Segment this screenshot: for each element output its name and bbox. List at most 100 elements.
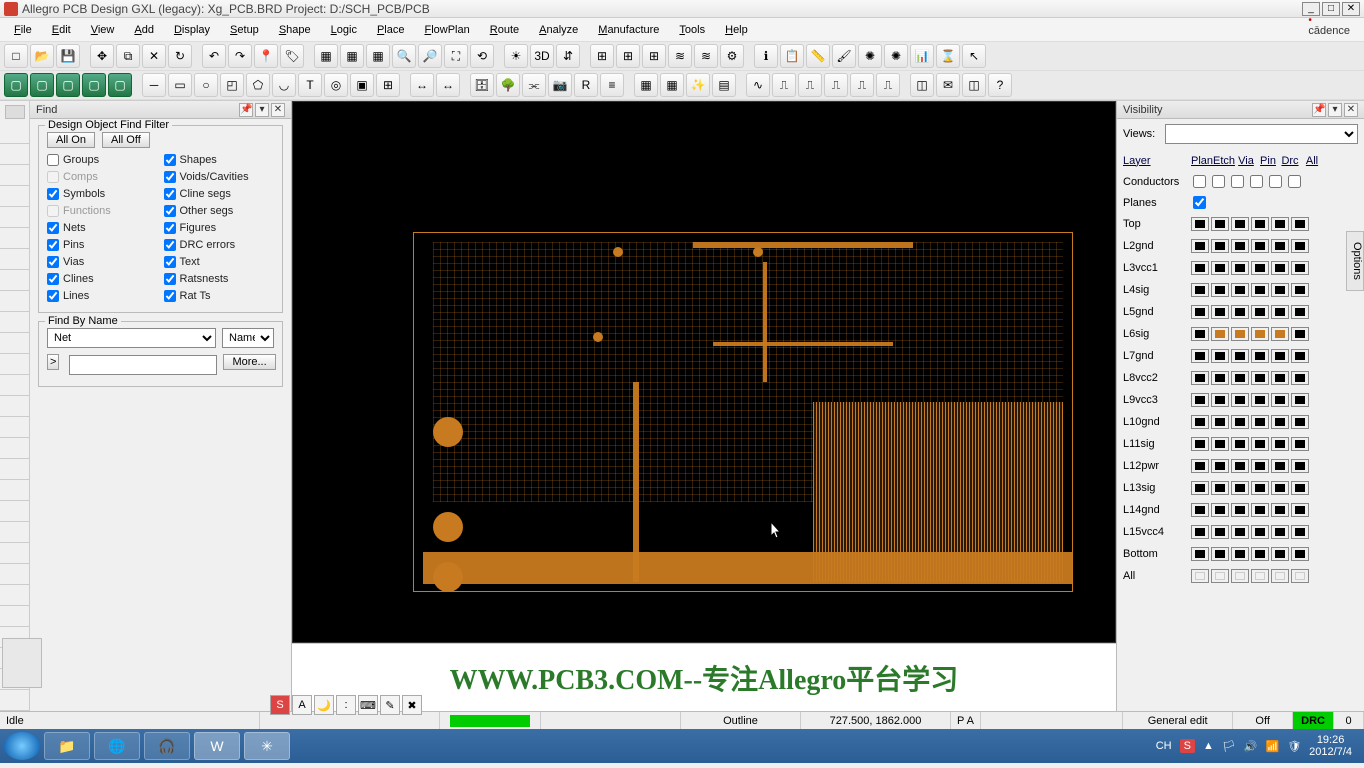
task-allegro[interactable]: ✳ — [244, 732, 290, 760]
layer-swatch[interactable] — [1231, 481, 1249, 495]
conductor-check[interactable] — [1250, 175, 1263, 188]
layer-swatch[interactable] — [1231, 239, 1249, 253]
layer-swatch[interactable] — [1211, 503, 1229, 517]
layer-swatch[interactable] — [1231, 503, 1249, 517]
wand-icon[interactable]: ✨ — [686, 73, 710, 97]
layer-swatch[interactable] — [1251, 415, 1269, 429]
layer-swatch[interactable] — [1291, 261, 1309, 275]
filter-check[interactable] — [164, 154, 176, 166]
filter-check[interactable] — [164, 171, 176, 183]
light2-icon[interactable]: ✺ — [884, 44, 908, 68]
layer-swatch[interactable] — [1271, 217, 1289, 231]
dropdown-icon[interactable]: ▾ — [1328, 103, 1342, 117]
ruler-icon[interactable]: 📏 — [806, 44, 830, 68]
vis-col-etch[interactable]: Etch — [1213, 155, 1235, 167]
hourglass-icon[interactable]: ⌛ — [936, 44, 960, 68]
menu-route[interactable]: Route — [482, 22, 527, 38]
layer-swatch[interactable] — [1231, 569, 1249, 583]
layer-swatch[interactable] — [1251, 305, 1269, 319]
all-on-button[interactable]: All On — [47, 132, 95, 148]
layer-swatch[interactable] — [1191, 459, 1209, 473]
rotate-icon[interactable]: ↻ — [168, 44, 192, 68]
filter-check[interactable] — [164, 290, 176, 302]
filter-figures[interactable]: Figures — [164, 222, 275, 234]
filter-check[interactable] — [164, 222, 176, 234]
filter-check[interactable] — [164, 256, 176, 268]
layer-swatch[interactable] — [1231, 393, 1249, 407]
filter-check[interactable] — [164, 188, 176, 200]
layer-swatch[interactable] — [1271, 547, 1289, 561]
conductor-check[interactable] — [1212, 175, 1225, 188]
ime-button[interactable]: 🌙 — [314, 695, 334, 715]
filter-text[interactable]: Text — [164, 256, 275, 268]
layer-swatch[interactable] — [1191, 415, 1209, 429]
grid2-icon[interactable]: ▦ — [340, 44, 364, 68]
net-icon[interactable]: ⫘ — [522, 73, 546, 97]
layer-swatch[interactable] — [1191, 503, 1209, 517]
filter-clinesegs[interactable]: Cline segs — [164, 188, 275, 200]
info-icon[interactable]: ℹ — [754, 44, 778, 68]
layer-swatch[interactable] — [1211, 217, 1229, 231]
rules-icon[interactable]: R — [574, 73, 598, 97]
menu-logic[interactable]: Logic — [323, 22, 365, 38]
win2-icon[interactable]: ◫ — [962, 73, 986, 97]
chart-icon[interactable]: 📊 — [910, 44, 934, 68]
menu-help[interactable]: Help — [717, 22, 756, 38]
layer-swatch[interactable] — [1231, 459, 1249, 473]
filter-check[interactable] — [164, 273, 176, 285]
filter-othersegs[interactable]: Other segs — [164, 205, 275, 217]
layer-swatch[interactable] — [1211, 569, 1229, 583]
help-icon[interactable]: ? — [988, 73, 1012, 97]
line-icon[interactable]: ─ — [142, 73, 166, 97]
text-icon[interactable]: T — [298, 73, 322, 97]
menu-flowplan[interactable]: FlowPlan — [416, 22, 477, 38]
more-button[interactable]: More... — [223, 354, 275, 370]
layer-swatch[interactable] — [1191, 305, 1209, 319]
rect-icon[interactable]: ▭ — [168, 73, 192, 97]
layer-swatch[interactable] — [1211, 525, 1229, 539]
constraint-icon[interactable]: ⚙ — [720, 44, 744, 68]
ime-button[interactable]: A — [292, 695, 312, 715]
layer-swatch[interactable] — [1231, 283, 1249, 297]
pin-icon[interactable]: 📌 — [1312, 103, 1326, 117]
filter-check[interactable] — [47, 222, 59, 234]
layer-swatch[interactable] — [1251, 525, 1269, 539]
layer-swatch[interactable] — [1211, 415, 1229, 429]
layer-swatch[interactable] — [1271, 459, 1289, 473]
mail-icon[interactable]: ✉ — [936, 73, 960, 97]
layer-swatch[interactable] — [1291, 305, 1309, 319]
brush-icon[interactable]: 🖌 — [832, 44, 856, 68]
close-panel-icon[interactable]: ✕ — [1344, 103, 1358, 117]
pad-icon[interactable]: ▣ — [350, 73, 374, 97]
3d-icon[interactable]: 3D — [530, 44, 554, 68]
zoom-prev-icon[interactable]: ⟲ — [470, 44, 494, 68]
layer-swatch[interactable] — [1211, 349, 1229, 363]
vis-col-drc[interactable]: Drc — [1279, 155, 1301, 167]
minimize-button[interactable]: _ — [1302, 2, 1320, 16]
layer-swatch[interactable] — [1291, 371, 1309, 385]
layer-swatch[interactable] — [1251, 283, 1269, 297]
ime-button[interactable]: ⌨ — [358, 695, 378, 715]
layer-swatch[interactable] — [1291, 569, 1309, 583]
chip-icon[interactable]: ▤ — [712, 73, 736, 97]
layer-swatch[interactable] — [1191, 547, 1209, 561]
layer-swatch[interactable] — [1291, 327, 1309, 341]
panel2-icon[interactable]: ▦ — [660, 73, 684, 97]
layer-swatch[interactable] — [1251, 217, 1269, 231]
new-icon[interactable]: □ — [4, 44, 28, 68]
dim2-icon[interactable]: ↔ — [436, 73, 460, 97]
menu-view[interactable]: View — [83, 22, 123, 38]
conductor-check[interactable] — [1269, 175, 1282, 188]
layer-swatch[interactable] — [1211, 481, 1229, 495]
layer-swatch[interactable] — [1271, 261, 1289, 275]
comp-icon[interactable]: ⊞ — [376, 73, 400, 97]
tray-clock[interactable]: 19:26 2012/7/4 — [1309, 734, 1352, 758]
db-icon[interactable]: 🗄 — [470, 73, 494, 97]
arc-icon[interactable]: ◡ — [272, 73, 296, 97]
zoom-fit-icon[interactable]: ⛶ — [444, 44, 468, 68]
vis-col-pin[interactable]: Pin — [1257, 155, 1279, 167]
layer-swatch[interactable] — [1251, 327, 1269, 341]
wave-icon[interactable]: ∿ — [746, 73, 770, 97]
layer-swatch[interactable] — [1291, 283, 1309, 297]
menu-manufacture[interactable]: Manufacture — [590, 22, 667, 38]
